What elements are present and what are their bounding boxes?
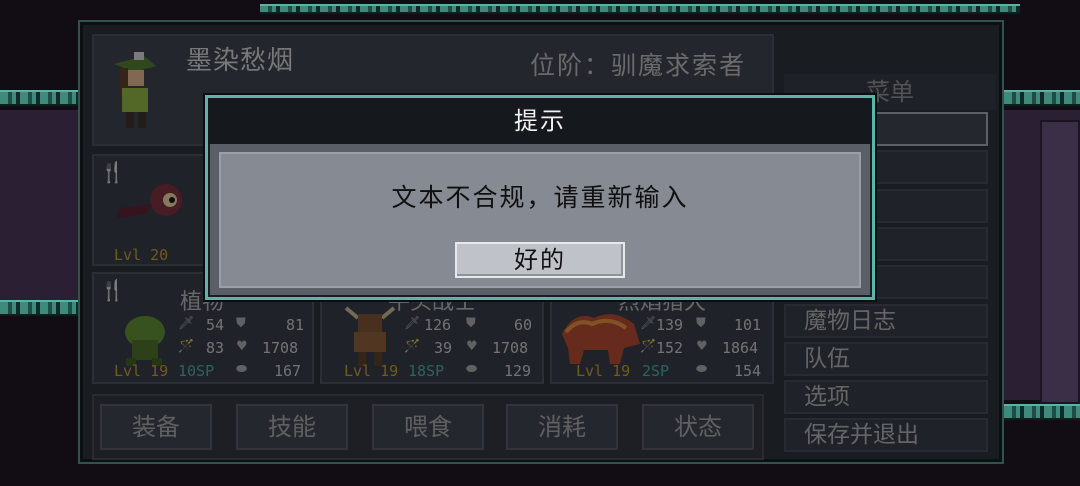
bg-chain-top-left — [0, 90, 78, 106]
dialog-title: 提示 — [514, 107, 566, 135]
bg-chain-top-right — [1004, 90, 1080, 106]
ok-button[interactable]: 好的 — [455, 242, 625, 278]
dialog-message: 文本不合规，请重新输入 — [391, 183, 689, 212]
bg-wall-left — [0, 110, 78, 300]
bg-pillar-right — [1040, 120, 1080, 404]
bg-chain-low-right — [1004, 404, 1080, 420]
bg-chain-top — [260, 4, 1020, 14]
bg-chain-mid-left — [0, 300, 78, 316]
